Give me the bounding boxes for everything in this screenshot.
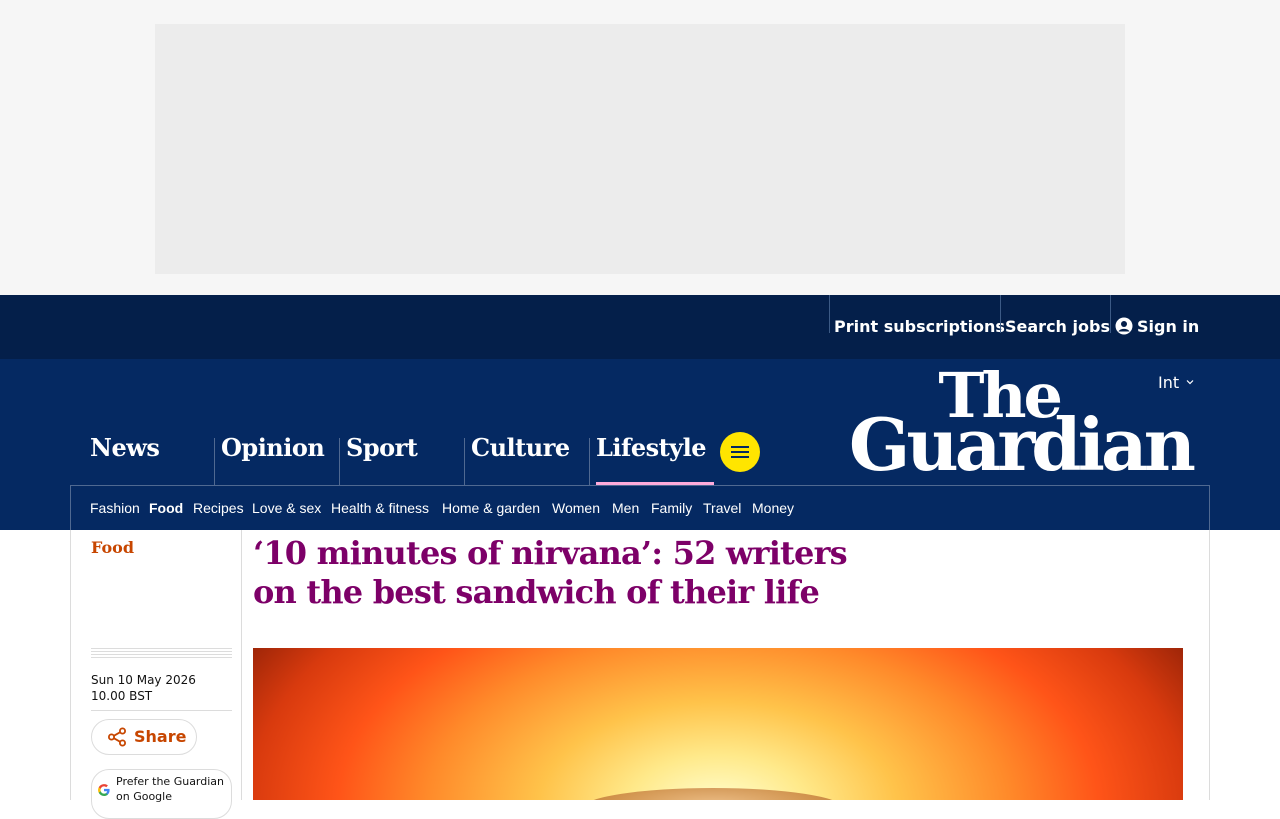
google-g-icon — [98, 784, 110, 796]
article-content: Food Sun 10 May 2026 10.00 BST Share Pre… — [70, 530, 1210, 819]
subnav-travel[interactable]: Travel — [703, 500, 741, 516]
menu-button[interactable] — [720, 432, 760, 472]
sandwich-image — [583, 788, 843, 800]
masthead: Int The Guardian News Opinion Sport Cult… — [0, 359, 1280, 530]
section-label[interactable]: Food — [91, 538, 134, 557]
pillar-sport[interactable]: Sport — [339, 433, 464, 485]
top-bar: Print subscriptions Search jobs Sign in — [0, 295, 1280, 359]
share-button[interactable]: Share — [91, 719, 197, 755]
article-headline: ‘10 minutes of nirvana’: 52 writers on t… — [253, 534, 848, 611]
dateline-divider — [91, 710, 232, 711]
print-subscriptions-label: Print subscriptions — [834, 317, 1005, 336]
pillar-culture[interactable]: Culture — [464, 433, 589, 485]
search-jobs-link[interactable]: Search jobs — [1000, 295, 1110, 336]
subnav-food[interactable]: Food — [149, 500, 183, 516]
user-icon — [1115, 317, 1133, 335]
article-dateline: Sun 10 May 2026 10.00 BST — [91, 673, 196, 703]
subnav-love-sex[interactable]: Love & sex — [252, 500, 321, 516]
meta-divider — [91, 648, 232, 660]
guardian-logo[interactable]: The Guardian — [849, 365, 1196, 481]
subnav-family[interactable]: Family — [651, 500, 692, 516]
pillar-opinion-label: Opinion — [221, 433, 325, 462]
subnav-women[interactable]: Women — [552, 500, 600, 516]
subnav-fashion[interactable]: Fashion — [90, 500, 140, 516]
search-jobs-label: Search jobs — [1005, 317, 1110, 336]
sub-navigation: Fashion Food Recipes Love & sex Health &… — [70, 485, 1210, 530]
pillar-culture-label: Culture — [471, 433, 570, 462]
share-label: Share — [134, 727, 187, 746]
subnav-health-fitness[interactable]: Health & fitness — [331, 500, 429, 516]
prefer-on-google-button[interactable]: Prefer the Guardian on Google — [91, 769, 232, 819]
advertisement-area — [0, 0, 1280, 295]
share-icon — [108, 727, 126, 747]
article-meta-column: Food Sun 10 May 2026 10.00 BST Share Pre… — [71, 530, 242, 819]
pillar-opinion[interactable]: Opinion — [214, 433, 339, 485]
pillar-news[interactable]: News — [90, 433, 214, 485]
pillar-lifestyle-label: Lifestyle — [596, 433, 707, 462]
subnav-money[interactable]: Money — [752, 500, 794, 516]
subnav-men[interactable]: Men — [612, 500, 639, 516]
print-subscriptions-link[interactable]: Print subscriptions — [829, 295, 1005, 336]
pillar-sport-label: Sport — [346, 433, 418, 462]
hero-image — [253, 648, 1183, 800]
sign-in-label: Sign in — [1137, 317, 1200, 336]
sign-in-link[interactable]: Sign in — [1110, 295, 1200, 336]
subnav-home-garden[interactable]: Home & garden — [442, 500, 540, 516]
pillar-news-label: News — [90, 433, 160, 462]
pillar-lifestyle[interactable]: Lifestyle — [589, 433, 714, 485]
subnav-recipes[interactable]: Recipes — [193, 500, 244, 516]
logo-line-2: Guardian — [848, 402, 1196, 487]
advertisement-slot — [155, 24, 1125, 274]
